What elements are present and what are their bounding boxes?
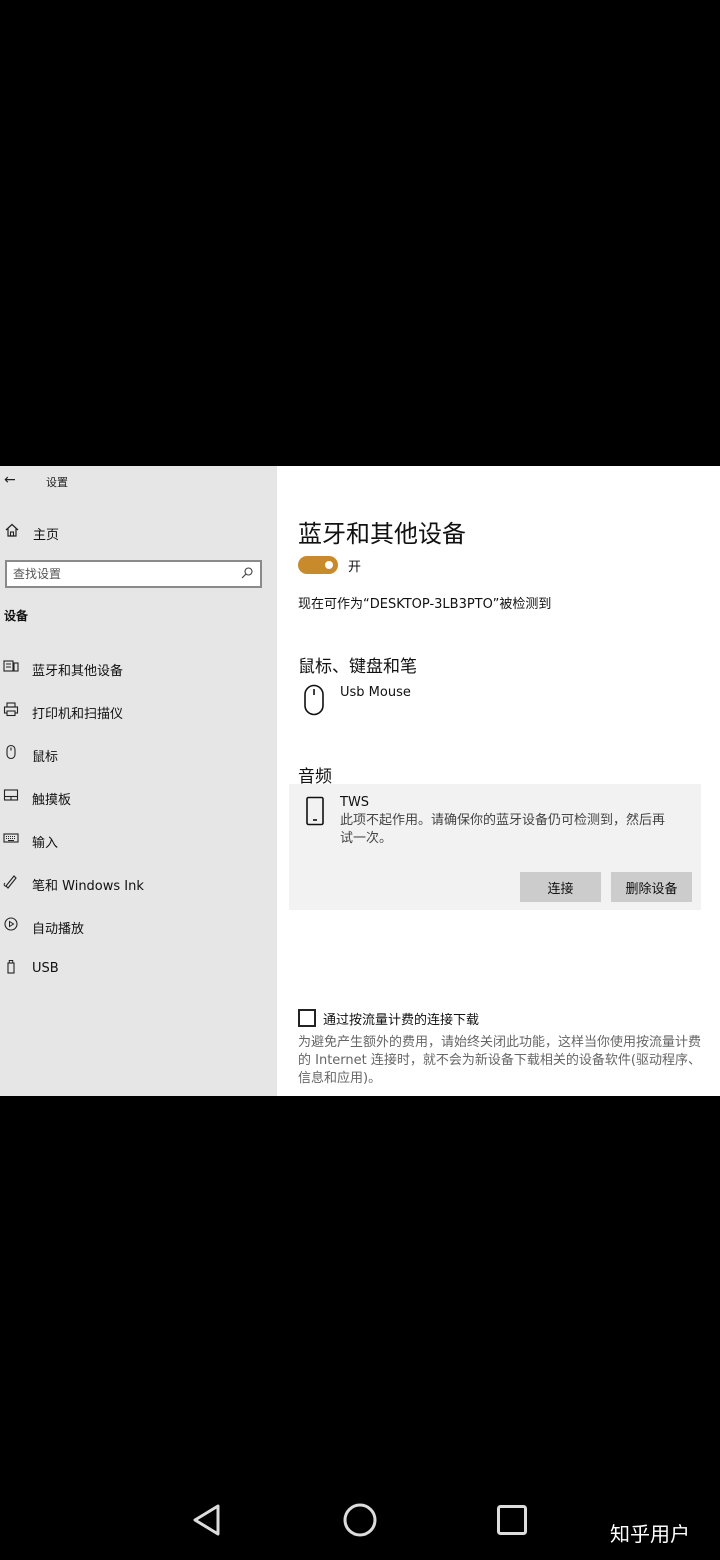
autoplay-icon — [4, 917, 18, 931]
settings-screenshot: ← 设置 主页 设备 蓝牙和其他设备 — [0, 466, 720, 1096]
connect-button[interactable]: 连接 — [520, 872, 601, 902]
discoverable-text: 现在可作为“DESKTOP-3LB3PTO”被检测到 — [298, 597, 552, 612]
metered-download-checkbox[interactable] — [298, 1009, 316, 1027]
window-title: 设置 — [46, 476, 68, 489]
search-icon[interactable] — [240, 566, 254, 580]
pen-icon — [3, 875, 17, 889]
sidebar-item-home[interactable]: 主页 — [0, 518, 277, 546]
printer-icon — [3, 702, 19, 717]
sidebar-item-bluetooth[interactable]: 蓝牙和其他设备 — [0, 652, 277, 682]
section-label-devices: 设备 — [4, 609, 29, 623]
phone-device-icon — [306, 796, 324, 826]
page-title: 蓝牙和其他设备 — [298, 520, 466, 548]
sidebar-item-mouse[interactable]: 鼠标 — [0, 738, 277, 768]
bluetooth-devices-icon — [3, 660, 19, 672]
toggle-knob — [325, 561, 333, 569]
sidebar-item-label: 自动播放 — [32, 922, 85, 937]
sidebar-item-typing[interactable]: 输入 — [0, 824, 277, 854]
usb-icon — [7, 960, 15, 974]
home-label: 主页 — [33, 528, 60, 543]
remove-device-button[interactable]: 删除设备 — [611, 872, 692, 902]
nav-back-icon[interactable] — [190, 1502, 224, 1538]
sidebar-item-pen[interactable]: 笔和 Windows Ink — [0, 867, 277, 897]
home-icon — [5, 523, 19, 537]
sidebar-item-label: 触摸板 — [32, 793, 72, 808]
nav-home-icon[interactable] — [342, 1502, 378, 1538]
metered-download-label[interactable]: 通过按流量计费的连接下载 — [323, 1009, 479, 1028]
sidebar-item-autoplay[interactable]: 自动播放 — [0, 910, 277, 940]
sidebar-item-touchpad[interactable]: 触摸板 — [0, 781, 277, 811]
main-panel: 蓝牙和其他设备 开 现在可作为“DESKTOP-3LB3PTO”被检测到 鼠标、… — [277, 466, 720, 1096]
mouse-device-icon — [304, 684, 324, 716]
sidebar-item-label: 打印机和扫描仪 — [32, 707, 124, 722]
sidebar-item-label: 鼠标 — [32, 750, 59, 765]
metered-download-description: 为避免产生额外的费用，请始终关闭此功能，这样当你使用按流量计费的 Interne… — [298, 1035, 702, 1086]
search-input[interactable] — [13, 566, 238, 582]
audio-device-name: TWS — [340, 795, 370, 810]
sidebar-item-label: 蓝牙和其他设备 — [32, 664, 124, 679]
sidebar-item-label: USB — [32, 961, 59, 976]
sidebar-item-usb[interactable]: USB — [0, 953, 277, 983]
mouse-icon — [6, 744, 16, 760]
watermark: 知乎用户 — [610, 1522, 690, 1546]
search-box[interactable] — [5, 560, 262, 588]
nav-recents-icon[interactable] — [496, 1504, 528, 1536]
sidebar: ← 设置 主页 设备 蓝牙和其他设备 — [0, 466, 277, 1096]
audio-device-card[interactable]: TWS 此项不起作用。请确保你的蓝牙设备仍可检测到，然后再试一次。 连接 删除设… — [289, 784, 701, 910]
back-arrow-icon[interactable]: ← — [4, 472, 16, 488]
title-bar: ← 设置 — [0, 466, 277, 496]
mouse-device-name[interactable]: Usb Mouse — [340, 685, 411, 700]
audio-device-error: 此项不起作用。请确保你的蓝牙设备仍可检测到，然后再试一次。 — [340, 813, 666, 846]
touchpad-icon — [3, 789, 19, 801]
sidebar-item-label: 输入 — [32, 836, 59, 851]
android-nav-bar: 知乎用户 — [0, 1480, 720, 1560]
mouse-section-heading: 鼠标、键盘和笔 — [298, 657, 417, 677]
sidebar-item-printers[interactable]: 打印机和扫描仪 — [0, 695, 277, 725]
toggle-state-label: 开 — [348, 560, 362, 575]
sidebar-item-label: 笔和 Windows Ink — [32, 879, 144, 894]
bluetooth-toggle[interactable] — [298, 556, 338, 574]
keyboard-icon — [3, 833, 19, 843]
